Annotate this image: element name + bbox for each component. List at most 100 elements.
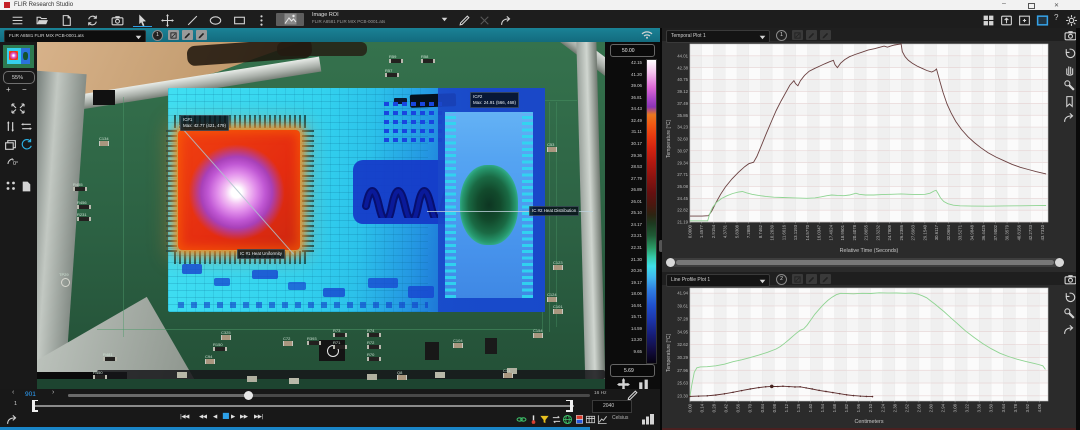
- temporal-settings-icon[interactable]: [1063, 79, 1076, 92]
- open-file-icon[interactable]: [36, 14, 49, 27]
- wifi-icon: [640, 29, 654, 39]
- svg-text:2.38: 2.38: [892, 403, 897, 412]
- image-tab-dropdown[interactable]: FLIR A8581 FLIR MIX PCB-0001.ats: [4, 30, 146, 43]
- flip-horizontal-icon[interactable]: [20, 120, 33, 133]
- thermal-image-canvas[interactable]: R59R58R57C134R455R456R231TP29C53C123C124…: [37, 42, 605, 389]
- skip-start-button[interactable]: |◀◀: [180, 414, 189, 420]
- flip-vertical-icon[interactable]: [4, 120, 17, 133]
- camera-tool-icon[interactable]: [111, 14, 124, 27]
- ic2-hotspot: [460, 165, 518, 245]
- filter-icon[interactable]: [539, 414, 550, 425]
- timeline-export-icon[interactable]: [6, 413, 19, 426]
- temporal-pan-icon[interactable]: [1063, 63, 1076, 76]
- zoom-level-box[interactable]: 55%: [3, 71, 35, 84]
- temporal-undo-icon[interactable]: [1063, 47, 1076, 60]
- viewer-thumbnail[interactable]: [3, 45, 34, 68]
- new-file-icon[interactable]: [60, 14, 73, 27]
- restore-button[interactable]: [1028, 3, 1035, 10]
- help-button[interactable]: ?: [1054, 13, 1058, 22]
- profile-settings-icon[interactable]: [1063, 307, 1076, 320]
- ic1-tag-label[interactable]: IC #1 Heat Uniformity: [237, 249, 285, 259]
- zoom-in-button[interactable]: +: [6, 85, 11, 94]
- image-tab-btn-1[interactable]: [168, 30, 179, 40]
- svg-text:37.28: 37.28: [677, 316, 688, 321]
- rectangle-tool-icon[interactable]: [233, 14, 246, 27]
- next-frame-chevron[interactable]: ›: [52, 389, 54, 396]
- fit-to-window-icon[interactable]: [10, 102, 26, 115]
- temporal-bookmark-icon[interactable]: [1063, 95, 1076, 108]
- play-button[interactable]: ▶: [231, 414, 235, 420]
- move-tool-icon[interactable]: [161, 14, 174, 27]
- ic2-tag-label[interactable]: IC #2 Heat Distribution: [529, 206, 579, 216]
- thermometer-icon[interactable]: [528, 414, 539, 425]
- ic1-roi-label[interactable]: IC#1Max: 42.77 (421, 479): [180, 115, 229, 131]
- colorbar-min-box[interactable]: 5.69: [610, 364, 655, 377]
- profile-undo-icon[interactable]: [1063, 291, 1076, 304]
- temporal-xrange-handle-left[interactable]: [666, 258, 675, 267]
- svg-text:32.60: 32.60: [677, 137, 688, 142]
- colorbar-tick: 24.17: [614, 222, 642, 227]
- globe-icon[interactable]: [562, 414, 573, 425]
- minimize-button[interactable]: –: [1002, 0, 1006, 7]
- profile-plot-btn-1[interactable]: [792, 274, 803, 284]
- skip-end-button[interactable]: ▶▶|: [254, 414, 263, 420]
- profile-plot-btn-2[interactable]: [806, 274, 817, 284]
- table-icon[interactable]: [585, 414, 596, 425]
- fast-forward-button[interactable]: ▶▶: [240, 414, 247, 420]
- prev-frame-button[interactable]: ◀: [213, 414, 217, 420]
- delete-roi-icon[interactable]: [478, 14, 491, 27]
- timeline-handle[interactable]: [244, 391, 253, 400]
- ellipse-tool-icon[interactable]: [209, 14, 222, 27]
- add-window-icon[interactable]: [1018, 14, 1031, 27]
- profile-plot-chart[interactable]: 41.9439.6137.2834.9532.6230.2927.9625.63…: [662, 285, 1064, 430]
- svg-text:32.62: 32.62: [677, 342, 688, 347]
- palette-stack-icon[interactable]: [574, 414, 585, 425]
- palette-grid-icon[interactable]: [5, 180, 17, 192]
- image-tab-btn-3[interactable]: [196, 30, 207, 40]
- svg-text:0.00: 0.00: [688, 403, 693, 412]
- svg-text:3.64: 3.64: [1001, 403, 1006, 412]
- svg-text:27.71: 27.71: [677, 172, 688, 177]
- range-track[interactable]: [34, 405, 574, 407]
- upload-icon[interactable]: [1000, 14, 1013, 27]
- playback-controls: |◀◀◀◀◀■▶▶▶▶▶|: [180, 412, 270, 428]
- rewind-button[interactable]: ◀◀: [199, 414, 206, 420]
- zoom-out-button[interactable]: −: [22, 85, 27, 94]
- menu-icon[interactable]: [11, 14, 24, 27]
- sync-icon[interactable]: [86, 14, 99, 27]
- line-tool-icon[interactable]: [186, 14, 199, 27]
- histogram-icon[interactable]: [641, 412, 655, 425]
- swap-icon[interactable]: [551, 414, 562, 425]
- profile-export-icon[interactable]: [1063, 323, 1076, 336]
- export-roi-icon[interactable]: [500, 14, 513, 27]
- temporal-xrange-handle-right[interactable]: [1055, 258, 1064, 267]
- roi-dropdown-caret-icon[interactable]: [441, 17, 448, 22]
- stop-button[interactable]: ■: [222, 411, 229, 420]
- svg-text:3.36: 3.36: [977, 403, 982, 412]
- current-layout-icon[interactable]: [1036, 14, 1049, 27]
- temporal-plot-btn-3[interactable]: [820, 30, 831, 40]
- profile-plot-btn-3[interactable]: [820, 274, 831, 284]
- close-button[interactable]: ✕: [1054, 2, 1059, 9]
- settings-gear-icon[interactable]: [1065, 14, 1078, 27]
- line-chart-icon[interactable]: [597, 414, 608, 425]
- svg-text:0.98: 0.98: [772, 403, 777, 412]
- prev-frame-chevron[interactable]: ‹: [12, 389, 14, 396]
- image-tab-btn-2[interactable]: [182, 30, 193, 40]
- layers-icon[interactable]: [4, 139, 17, 152]
- colorbar-gradient[interactable]: [646, 59, 657, 364]
- temporal-plot-btn-1[interactable]: [792, 30, 803, 40]
- temporal-export-icon[interactable]: [1063, 111, 1076, 124]
- page-icon[interactable]: [20, 180, 33, 193]
- svg-text:37.9002: 37.9002: [993, 224, 998, 240]
- temporal-plot-btn-2[interactable]: [806, 30, 817, 40]
- temporal-plot-chart[interactable]: 44.0142.3840.7539.1237.4935.8634.2332.60…: [662, 41, 1064, 258]
- ic2-roi-label[interactable]: IC#2Max: 24.91 (566, 468): [470, 92, 519, 108]
- svg-text:40.75: 40.75: [677, 77, 688, 82]
- rotate-ccw-icon[interactable]: [20, 138, 33, 151]
- layout-grid-icon[interactable]: [982, 14, 995, 27]
- edit-roi-icon[interactable]: [458, 14, 471, 27]
- link-icon[interactable]: [516, 414, 527, 425]
- more-tools-icon[interactable]: [255, 14, 268, 27]
- colorbar-max-box[interactable]: 50.00: [610, 44, 655, 57]
